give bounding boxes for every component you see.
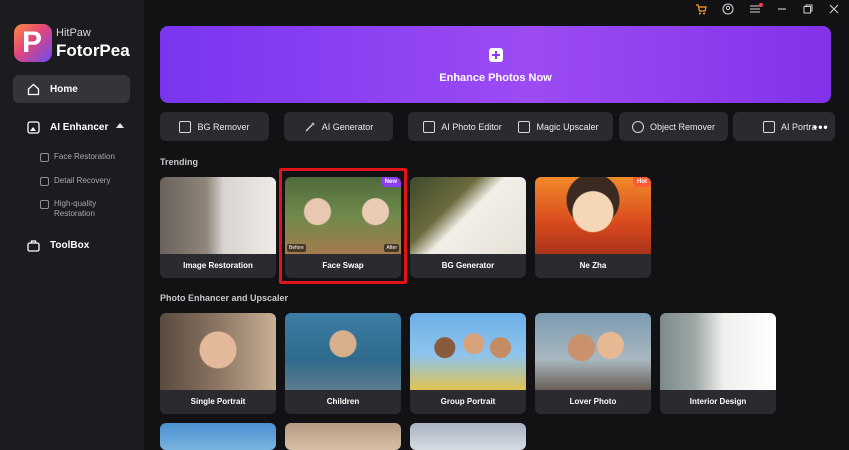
brand-name-line1: HitPaw — [56, 27, 91, 39]
portrait-icon — [763, 120, 775, 133]
eraser-icon — [631, 120, 644, 133]
card-label: BG Generator — [410, 254, 526, 278]
card-image-restoration[interactable]: Image Restoration — [160, 177, 276, 278]
sidebar-subitem-high-quality-restoration[interactable]: High-quality Restoration — [40, 199, 110, 219]
sidebar-subitem-face-restoration[interactable]: Face Restoration — [40, 152, 115, 162]
sidebar-item-home[interactable]: Home — [13, 76, 130, 102]
bg-remover-icon — [179, 120, 192, 133]
high-quality-restoration-icon — [40, 200, 49, 209]
tool-label: Object Remover — [649, 121, 716, 132]
row3-thumbnail — [410, 423, 526, 450]
magic-wand-icon — [304, 121, 316, 133]
card-lover-photo[interactable]: Lover Photo — [535, 313, 651, 414]
card-label: Group Portrait — [410, 390, 526, 414]
card-single-portrait[interactable]: Single Portrait — [160, 313, 276, 414]
card-group-portrait[interactable]: Group Portrait — [410, 313, 526, 414]
sidebar: P HitPaw FotorPea Home AI Enhancer Face … — [0, 0, 144, 450]
ne-zha-thumbnail — [535, 177, 651, 254]
enhancer-section-title: Photo Enhancer and Upscaler — [160, 293, 289, 303]
minimize-icon[interactable] — [775, 2, 789, 16]
image-restoration-thumbnail — [160, 177, 276, 254]
card-row3-1[interactable] — [160, 423, 276, 450]
toolbox-icon — [26, 238, 40, 252]
detail-recovery-icon — [40, 177, 49, 186]
tool-label: AI Generator — [321, 121, 374, 132]
children-thumbnail — [285, 313, 401, 390]
enhance-photos-label: Enhance Photos Now — [439, 72, 552, 84]
card-bg-generator[interactable]: BG Generator — [410, 177, 526, 278]
app-logo: P — [14, 24, 52, 62]
sidebar-subitem-detail-recovery[interactable]: Detail Recovery — [40, 176, 110, 186]
sidebar-item-ai-enhancer[interactable]: AI Enhancer — [13, 114, 130, 140]
bg-generator-thumbnail — [410, 177, 526, 254]
row3-thumbnail — [160, 423, 276, 450]
sidebar-item-toolbox-label: ToolBox — [50, 239, 90, 251]
sidebar-item-ai-enhancer-label: AI Enhancer — [50, 121, 109, 133]
menu-icon[interactable] — [748, 2, 763, 16]
plus-icon — [489, 48, 503, 62]
tool-label: AI Portra — [781, 121, 817, 132]
card-label: Children — [285, 390, 401, 414]
user-account-icon[interactable] — [721, 2, 735, 16]
tool-ai-generator[interactable]: AI Generator — [284, 112, 393, 141]
shop-cart-icon[interactable] — [694, 2, 708, 16]
home-icon — [26, 82, 40, 96]
close-icon[interactable] — [827, 2, 841, 16]
brand-name-line2: FotorPea — [56, 41, 130, 60]
image-enhance-icon — [26, 120, 40, 134]
restore-window-icon[interactable] — [801, 2, 815, 16]
upscaler-icon — [518, 120, 531, 133]
card-children[interactable]: Children — [285, 313, 401, 414]
card-row3-3[interactable] — [410, 423, 526, 450]
photo-editor-icon — [423, 120, 436, 133]
chevron-up-icon — [116, 123, 124, 128]
notification-dot — [759, 3, 763, 7]
lover-photo-thumbnail — [535, 313, 651, 390]
card-label: Image Restoration — [160, 254, 276, 278]
more-tools-button[interactable]: ••• — [813, 120, 829, 134]
logo-letter: P — [22, 26, 43, 59]
tool-label: AI Photo Editor — [441, 121, 502, 132]
tool-label: BG Remover — [197, 121, 250, 132]
enhance-photos-banner[interactable]: Enhance Photos Now — [160, 26, 831, 103]
face-restoration-icon — [40, 153, 49, 162]
selection-highlight — [279, 168, 407, 284]
card-label: Interior Design — [660, 390, 776, 414]
group-portrait-thumbnail — [410, 313, 526, 390]
sidebar-subitem-label: Face Restoration — [54, 152, 115, 161]
card-interior-design[interactable]: Interior Design — [660, 313, 776, 414]
tool-ai-photo-editor[interactable]: AI Photo Editor — [408, 112, 517, 141]
card-row3-2[interactable] — [285, 423, 401, 450]
trending-title: Trending — [160, 157, 198, 167]
sidebar-item-toolbox[interactable]: ToolBox — [13, 232, 130, 258]
sidebar-subitem-label: Detail Recovery — [54, 176, 111, 185]
hot-badge: Hot — [633, 177, 651, 187]
interior-design-thumbnail — [660, 313, 776, 390]
single-portrait-thumbnail — [160, 313, 276, 390]
card-label: Single Portrait — [160, 390, 276, 414]
sidebar-item-home-label: Home — [50, 83, 78, 95]
tool-label: Magic Upscaler — [536, 121, 599, 132]
card-label: Ne Zha — [535, 254, 651, 278]
tool-magic-upscaler[interactable]: Magic Upscaler — [504, 112, 613, 141]
card-ne-zha[interactable]: Hot Ne Zha — [535, 177, 651, 278]
card-label: Lover Photo — [535, 390, 651, 414]
sidebar-subitem-label: High-quality Restoration — [54, 199, 97, 218]
tool-object-remover[interactable]: Object Remover — [619, 112, 728, 141]
tool-bg-remover[interactable]: BG Remover — [160, 112, 269, 141]
row3-thumbnail — [285, 423, 401, 450]
